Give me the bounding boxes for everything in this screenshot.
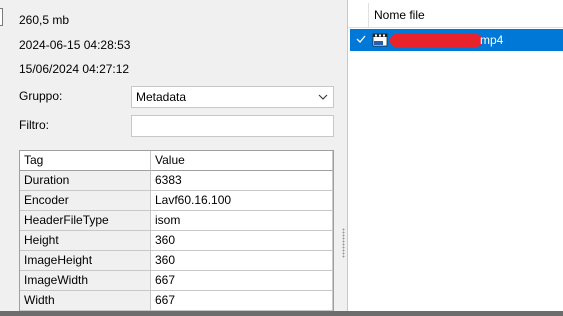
file-name-suffix: mp4 [480, 33, 504, 47]
tag-cell: HeaderFileType [20, 211, 151, 231]
value-cell: 360 [151, 251, 333, 271]
file-list-header: Nome file [348, 3, 563, 28]
value-cell: 6383 [151, 171, 333, 191]
group-select-value: Metadata [136, 90, 187, 104]
panel-edge-marker [0, 8, 3, 26]
column-separator[interactable] [368, 3, 369, 28]
chevron-down-icon [318, 94, 328, 100]
redacted-file-name [390, 34, 482, 47]
table-row[interactable]: ImageWidth 667 [20, 271, 333, 291]
table-row[interactable]: ImageHeight 360 [20, 251, 333, 271]
table-row[interactable]: Height 360 [20, 231, 333, 251]
date-created: 15/06/2024 04:27:12 [19, 62, 130, 76]
value-cell: Lavf60.16.100 [151, 191, 333, 211]
file-list-item[interactable]: mp4 [350, 29, 563, 51]
date-modified: 2024-06-15 04:28:53 [19, 38, 131, 52]
value-cell: isom [151, 211, 333, 231]
column-header-file-name[interactable]: Nome file [374, 7, 425, 23]
file-list-panel: Nome file mp4 [347, 0, 563, 316]
filter-input[interactable] [131, 115, 334, 137]
window-bottom-edge [0, 311, 563, 316]
metadata-grid: Tag Value Duration 6383 Encoder Lavf60.1… [19, 150, 334, 316]
table-row[interactable]: Width 667 [20, 291, 333, 311]
checkmark-icon[interactable] [356, 34, 366, 44]
tag-cell: Encoder [20, 191, 151, 211]
column-header-tag[interactable]: Tag [20, 151, 151, 171]
value-cell: 667 [151, 291, 333, 311]
column-header-value[interactable]: Value [151, 151, 333, 171]
details-panel: 260,5 mb 2024-06-15 04:28:53 15/06/2024 … [0, 0, 340, 316]
value-cell: 667 [151, 271, 333, 291]
tag-cell: ImageWidth [20, 271, 151, 291]
group-label: Gruppo: [19, 89, 63, 103]
grid-header-row: Tag Value [20, 151, 333, 171]
table-row[interactable]: Duration 6383 [20, 171, 333, 191]
table-row[interactable]: HeaderFileType isom [20, 211, 333, 231]
group-select[interactable]: Metadata [131, 86, 334, 108]
tag-cell: Width [20, 291, 151, 311]
filter-label: Filtro: [19, 118, 49, 132]
tag-cell: Height [20, 231, 151, 251]
splitter-grip-icon[interactable] [342, 228, 345, 258]
tag-cell: ImageHeight [20, 251, 151, 271]
pane-splitter[interactable] [340, 0, 347, 316]
value-cell: 360 [151, 231, 333, 251]
tag-cell: Duration [20, 171, 151, 191]
table-row[interactable]: Encoder Lavf60.16.100 [20, 191, 333, 211]
video-file-icon [372, 33, 388, 47]
file-size: 260,5 mb [19, 13, 70, 27]
